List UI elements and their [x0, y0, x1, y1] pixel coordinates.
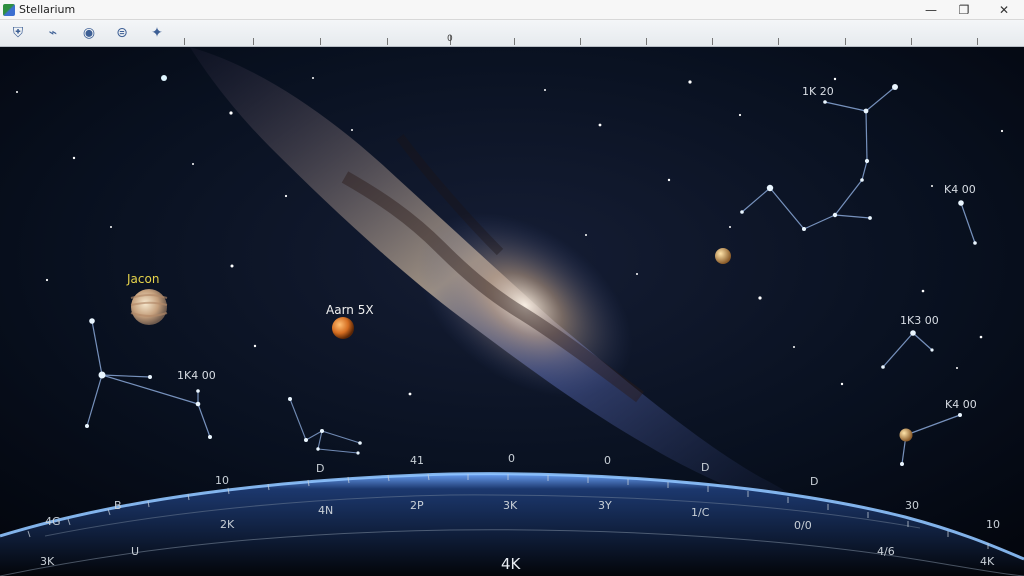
horizon-label: 2P: [410, 499, 424, 512]
constellation-label: K4 00: [945, 398, 977, 411]
star: [688, 80, 692, 84]
ruler-tick: [184, 38, 185, 45]
ruler-label: 10: [215, 474, 229, 487]
star: [284, 194, 288, 198]
star: [840, 382, 844, 386]
planet-icon[interactable]: ◉: [78, 23, 100, 43]
star: [230, 264, 234, 268]
top-toolbar: ⛨ ⌁ ◉ ⊜ ✦ 0: [0, 20, 1024, 47]
horizon-label: 3K: [40, 555, 55, 568]
star: [931, 185, 933, 187]
star: [192, 163, 194, 165]
ruler-label: D: [701, 461, 709, 474]
ruler-label: D: [316, 462, 324, 475]
ruler-label: 41: [410, 454, 424, 467]
star: [793, 346, 795, 348]
star: [351, 129, 353, 131]
title-bar: Stellarium — ❐ ✕: [0, 0, 1024, 20]
ruler-tick: [778, 38, 779, 45]
star: [16, 91, 18, 93]
ruler-tick: [712, 38, 713, 45]
maximize-button[interactable]: ❐: [947, 0, 981, 19]
star: [979, 335, 983, 339]
ruler-tick: [580, 38, 581, 45]
sky-view[interactable]: Jacon Aarn 5X 1K 20 K4 00 1K3 00 K4 00 1…: [0, 47, 1024, 576]
star: [921, 289, 925, 293]
ruler-tick: [320, 38, 321, 45]
constellation-label: 1K3 00: [900, 314, 939, 327]
star: [110, 226, 112, 228]
horizon-label: 0/0: [794, 519, 812, 532]
constellation-label: K4 00: [944, 183, 976, 196]
ruler-label: B: [114, 499, 122, 512]
star: [408, 392, 412, 396]
ruler-label: D: [810, 475, 818, 488]
horizon-label: 4G: [45, 515, 61, 528]
horizon-label: 3K: [503, 499, 518, 512]
saturn-planet[interactable]: [715, 248, 731, 264]
horizon-label: U: [131, 545, 139, 558]
horizon-label: 4N: [318, 504, 333, 517]
star: [667, 178, 671, 182]
star: [229, 111, 233, 115]
minimize-button[interactable]: —: [914, 0, 948, 19]
star: [45, 278, 49, 282]
ruler-label: 0: [508, 452, 515, 465]
telescope-icon[interactable]: ⌁: [42, 23, 64, 43]
star: [585, 234, 587, 236]
ruler-tick: [253, 38, 254, 45]
stellarium-icon: [3, 3, 15, 16]
constellation-label: 1K4 00: [177, 369, 216, 382]
ruler-tick: [845, 38, 846, 45]
star: [738, 113, 742, 117]
star: [956, 367, 958, 369]
jupiter-label: Jacon: [126, 272, 159, 286]
window-title: Stellarium: [19, 3, 76, 16]
horizon-label: 3Y: [598, 499, 612, 512]
star: [636, 273, 638, 275]
horizon-label: 30: [905, 499, 919, 512]
star: [1000, 129, 1004, 133]
star: [598, 123, 602, 127]
venus-planet[interactable]: [899, 428, 913, 442]
sky-canvas[interactable]: Jacon Aarn 5X 1K 20 K4 00 1K3 00 K4 00 1…: [0, 47, 1024, 576]
ruler-tick: [911, 38, 912, 45]
ruler-tick: [977, 38, 978, 45]
constellation-label: 1K 20: [802, 85, 834, 98]
close-button[interactable]: ✕: [987, 0, 1021, 19]
ruler-center-label: 0: [447, 34, 453, 44]
horizon-center-label: 4K: [501, 555, 522, 573]
binocular-icon[interactable]: ⊜: [111, 23, 133, 43]
star: [544, 89, 546, 91]
star: [312, 77, 314, 79]
bright-star: [161, 75, 167, 81]
stellarium-window: Stellarium — ❐ ✕ ⛨ ⌁ ◉ ⊜ ✦ 0 Jacon Aarn …: [0, 0, 1024, 576]
ruler-tick: [387, 38, 388, 45]
satellite-icon[interactable]: ✦: [146, 23, 168, 43]
ruler-tick: [514, 38, 515, 45]
star: [729, 226, 731, 228]
horizon-label: 10: [986, 518, 1000, 531]
star: [758, 296, 762, 300]
star: [253, 344, 257, 348]
ruler-tick: [646, 38, 647, 45]
star: [72, 156, 76, 160]
shield-icon[interactable]: ⛨: [7, 23, 29, 43]
ruler-label: 0: [604, 454, 611, 467]
horizon-label: 1/C: [691, 506, 710, 519]
mars-planet[interactable]: [332, 317, 354, 339]
mars-label: Aarn 5X: [326, 303, 374, 317]
star: [833, 77, 837, 81]
horizon-label: 4/6: [877, 545, 895, 558]
horizon-label: 2K: [220, 518, 235, 531]
horizon-label: 4K: [980, 555, 995, 568]
